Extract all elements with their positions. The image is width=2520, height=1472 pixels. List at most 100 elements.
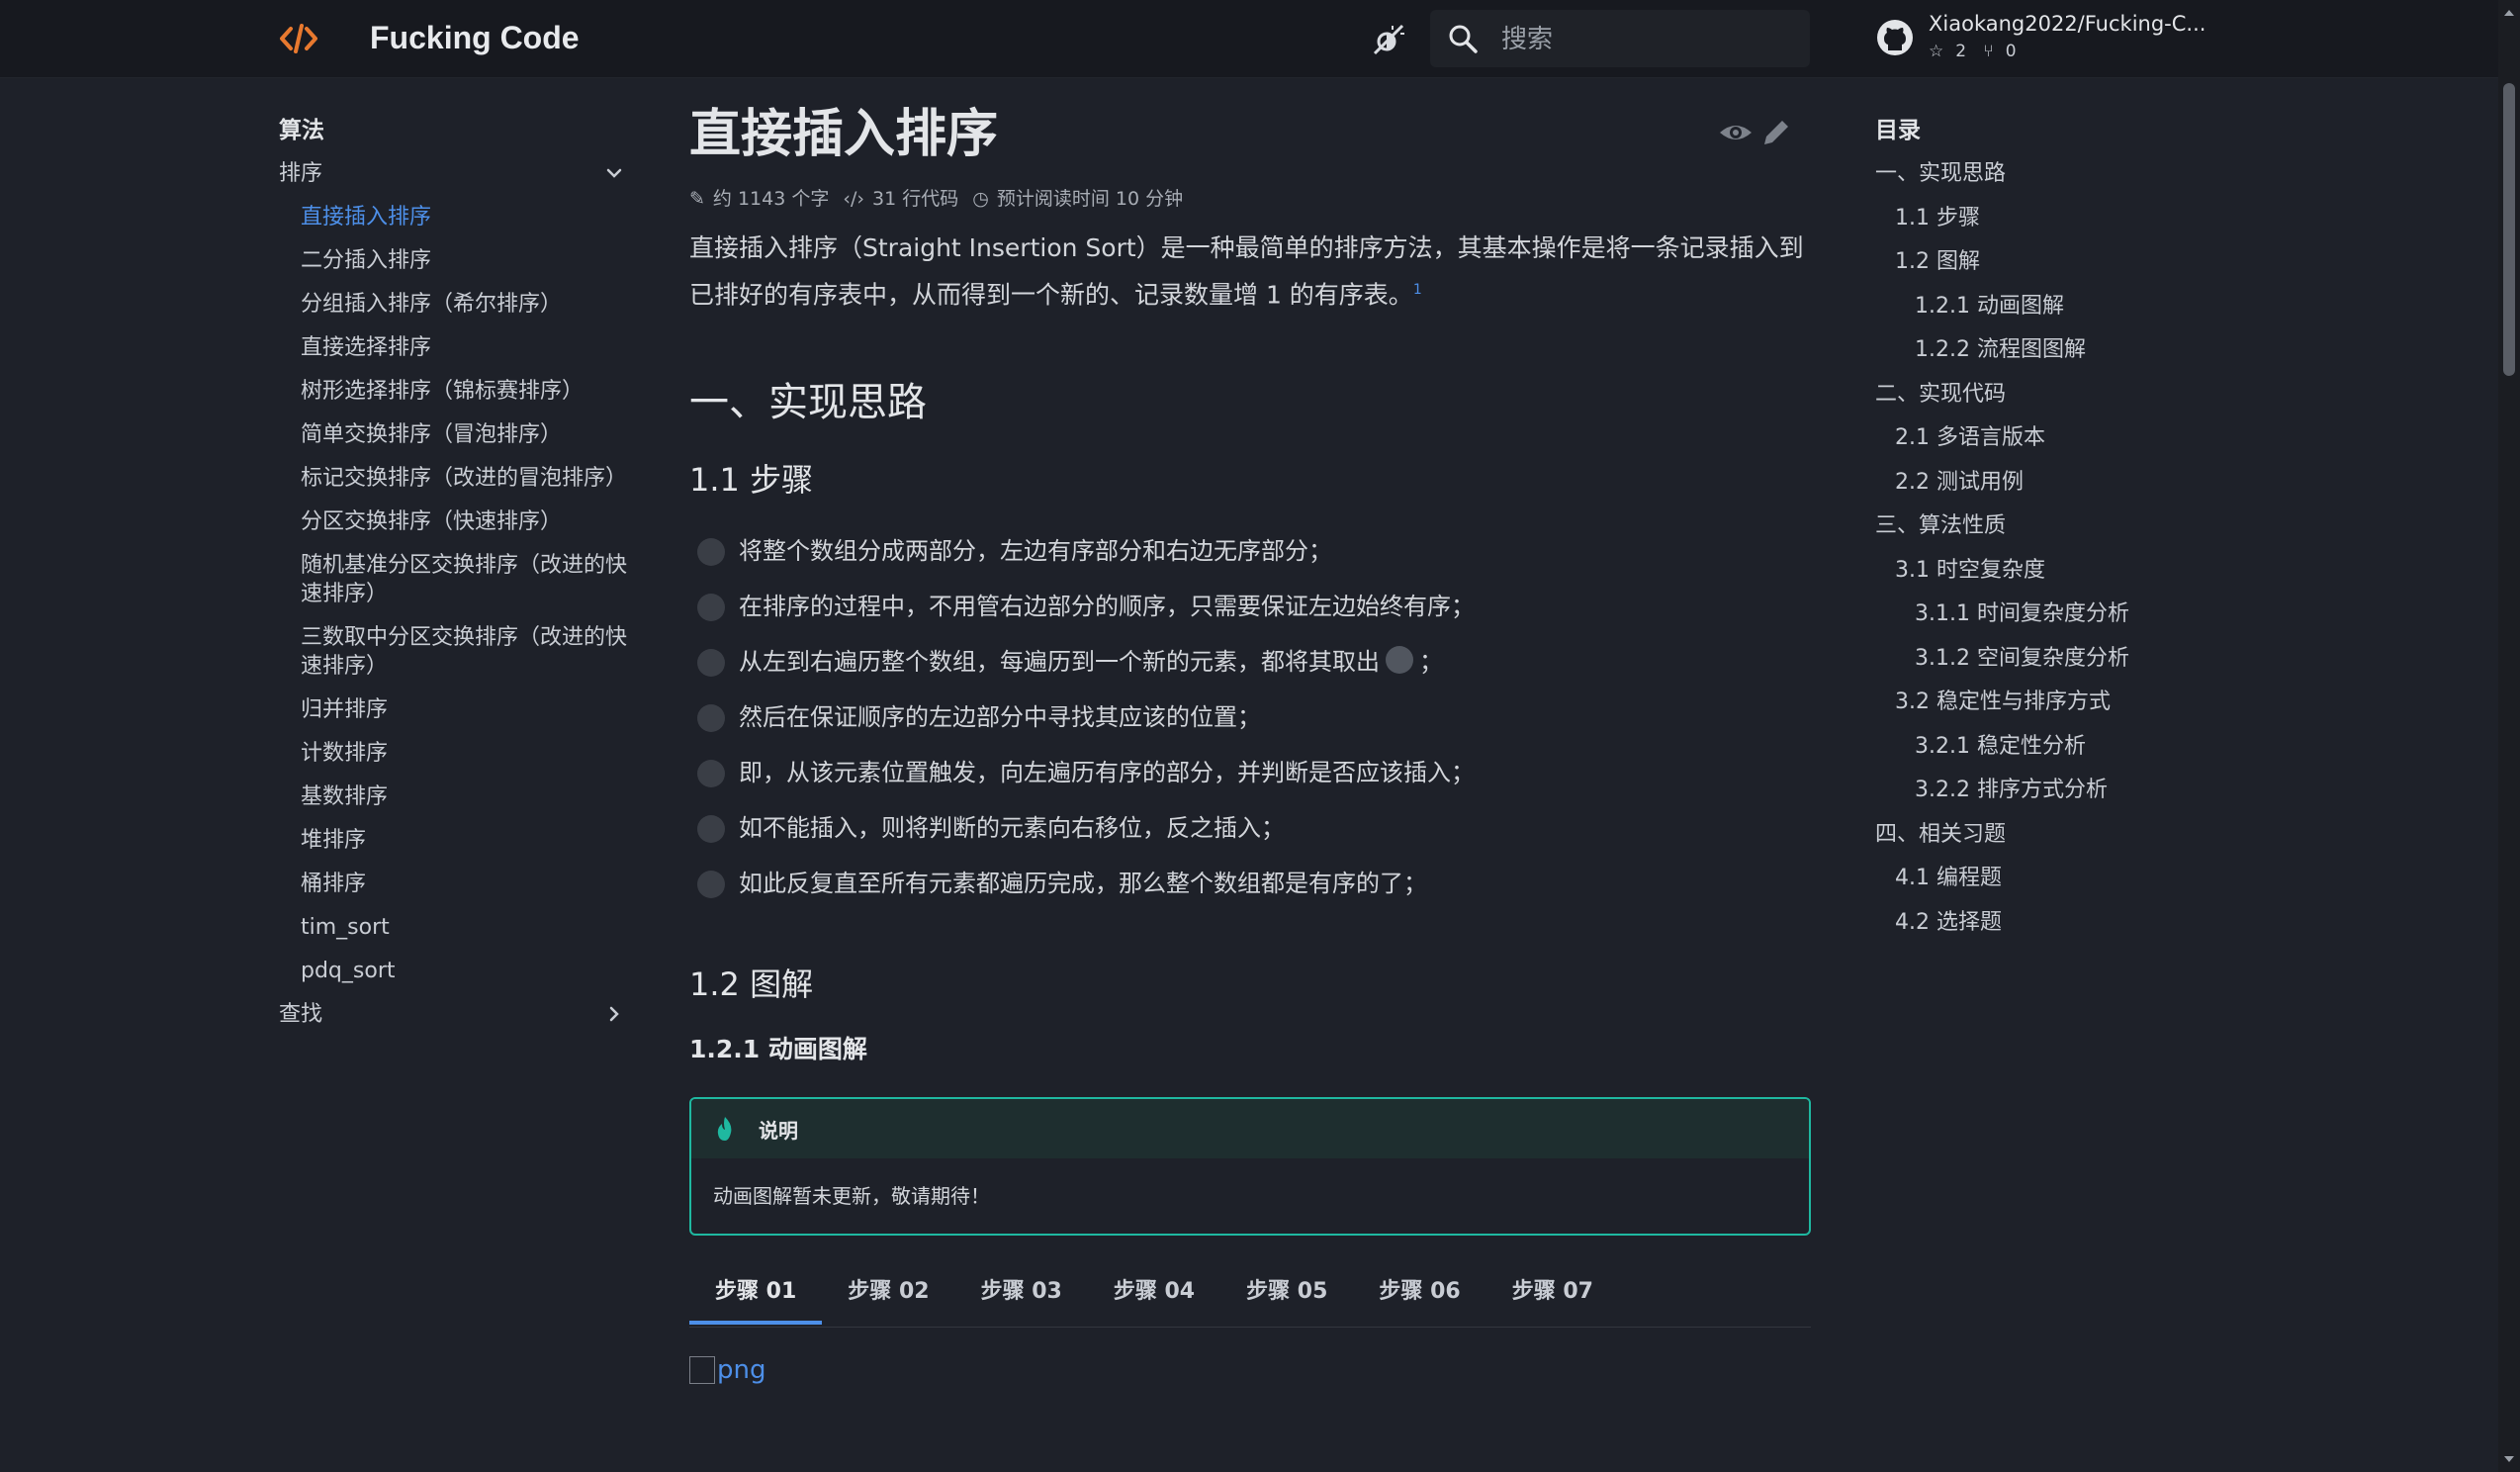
- sidebar-item[interactable]: 分组插入排序（希尔排序）: [279, 283, 627, 326]
- toc-item[interactable]: 4.2 选择题: [1875, 901, 2211, 946]
- tab-step-01[interactable]: 步骤 01: [689, 1259, 823, 1326]
- scroll-up-arrow-icon[interactable]: [2502, 6, 2516, 20]
- checkbox[interactable]: [697, 594, 725, 622]
- tab-step-07[interactable]: 步骤 07: [1486, 1259, 1619, 1325]
- info-callout: 说明 动画图解暂未更新，敬请期待！: [689, 1097, 1811, 1237]
- subsection-heading: 1.1 步骤: [689, 461, 814, 500]
- tab-step-06[interactable]: 步骤 06: [1353, 1259, 1485, 1325]
- sidebar-item[interactable]: tim_sort: [279, 906, 627, 950]
- toc-item[interactable]: 3.2 稳定性与排序方式: [1875, 681, 2211, 725]
- toc-item[interactable]: 3.1 时空复杂度: [1875, 549, 2211, 594]
- callout-title: 说明: [759, 1119, 798, 1144]
- step-text-suffix: ；: [1419, 648, 1443, 677]
- checkbox[interactable]: [697, 871, 725, 899]
- tab-step-05[interactable]: 步骤 05: [1220, 1259, 1353, 1325]
- toc-item[interactable]: 3.1.2 空间复杂度分析: [1875, 637, 2211, 682]
- fork-icon: ⑂: [1983, 42, 1994, 61]
- github-repo-link[interactable]: Xiaokang2022/Fucking-C... ☆ 2 ⑂ 0: [1875, 10, 2231, 67]
- table-of-contents: 目录 一、实现思路 1.1 步骤 1.2 图解 1.2.1 动画图解 1.2.2…: [1875, 109, 2211, 945]
- sidebar-group-search[interactable]: 查找: [279, 993, 635, 1037]
- chevron-down-icon[interactable]: [603, 162, 625, 184]
- read-time: 预计阅读时间 10 分钟: [996, 188, 1184, 210]
- sidebar-item[interactable]: 树形选择排序（锦标赛排序）: [279, 370, 627, 414]
- toc-item[interactable]: 3.2.1 稳定性分析: [1875, 725, 2211, 770]
- sidebar-item[interactable]: 分区交换排序（快速排序）: [279, 501, 627, 544]
- broken-image-icon: [689, 1356, 715, 1385]
- search-input[interactable]: [1499, 22, 1790, 57]
- list-item: 如此反复直至所有元素都遍历完成，那么整个数组都是有序的了；: [697, 856, 1811, 911]
- toc-item[interactable]: 1.2.1 动画图解: [1875, 285, 2211, 329]
- toc-item[interactable]: 四、相关习题: [1875, 813, 2211, 858]
- sidebar-item[interactable]: 直接插入排序: [279, 196, 627, 239]
- list-item: 将整个数组分成两部分，左边有序部分和右边无序部分；: [697, 523, 1811, 579]
- fire-icon: [717, 1117, 732, 1142]
- footnote-link[interactable]: 1: [1413, 282, 1422, 298]
- tab-step-03[interactable]: 步骤 03: [955, 1259, 1088, 1325]
- list-item: 从左到右遍历整个数组，每遍历到一个新的元素，都将其取出 ；: [697, 634, 1811, 690]
- sidebar-item[interactable]: 计数排序: [279, 732, 627, 776]
- list-item: 如不能插入，则将判断的元素向右移位，反之插入；: [697, 800, 1811, 856]
- toc-item[interactable]: 三、算法性质: [1875, 505, 2211, 549]
- step-text: 如此反复直至所有元素都遍历完成，那么整个数组都是有序的了；: [739, 870, 1427, 898]
- sidebar-group-sort[interactable]: 排序: [279, 152, 635, 196]
- steps-list: 将整个数组分成两部分，左边有序部分和右边无序部分； 在排序的过程中，不用管右边部…: [697, 523, 1811, 911]
- toc-item[interactable]: 1.2 图解: [1875, 240, 2211, 285]
- code-icon: ‹/›: [843, 188, 865, 210]
- intro-text: 直接插入排序（Straight Insertion Sort）是一种最简单的排序…: [689, 233, 1804, 310]
- step-text: 在排序的过程中，不用管右边部分的顺序，只需要保证左边始终有序；: [739, 593, 1475, 621]
- scrollbar-thumb[interactable]: [2503, 83, 2515, 376]
- toc-item[interactable]: 1.1 步骤: [1875, 197, 2211, 241]
- sidebar-group-label: 排序: [279, 161, 323, 186]
- scrollbar[interactable]: [2498, 0, 2520, 1472]
- github-icon: [1877, 20, 1913, 55]
- toc-item[interactable]: 1.2.2 流程图图解: [1875, 328, 2211, 373]
- toc-item[interactable]: 2.2 测试用例: [1875, 461, 2211, 506]
- sidebar-item[interactable]: 二分插入排序: [279, 239, 627, 283]
- search-box[interactable]: [1430, 10, 1810, 67]
- callout-header: 说明: [691, 1099, 1809, 1159]
- sidebar-item[interactable]: 标记交换排序（改进的冒泡排序）: [279, 457, 627, 501]
- toc-item[interactable]: 一、实现思路: [1875, 152, 2211, 197]
- title-tools: [1718, 115, 1794, 154]
- intro-paragraph: 直接插入排序（Straight Insertion Sort）是一种最简单的排序…: [689, 228, 1811, 316]
- sidebar-item[interactable]: 归并排序: [279, 689, 627, 732]
- top-navbar: Fucking Code Xiaokang2022/Fucking-C... ☆…: [0, 0, 2498, 78]
- subsection-heading: 1.2 图解: [689, 966, 814, 1004]
- theme-toggle-icon[interactable]: [1371, 22, 1406, 57]
- tab-step-04[interactable]: 步骤 04: [1088, 1259, 1220, 1325]
- repo-name: Xiaokang2022/Fucking-C...: [1929, 12, 2206, 36]
- chevron-right-icon[interactable]: [603, 1003, 625, 1025]
- checkbox[interactable]: [697, 704, 725, 733]
- broken-image[interactable]: png: [689, 1353, 1811, 1387]
- tab-step-02[interactable]: 步骤 02: [822, 1259, 954, 1325]
- toc-item[interactable]: 4.1 编程题: [1875, 857, 2211, 901]
- edit-icon[interactable]: [1758, 115, 1794, 150]
- toc-item[interactable]: 2.1 多语言版本: [1875, 416, 2211, 461]
- sidebar-item[interactable]: 简单交换排序（冒泡排序）: [279, 414, 627, 457]
- plus-icon[interactable]: [1386, 646, 1413, 675]
- page-title: 直接插入排序: [689, 105, 999, 164]
- star-icon: ☆: [1929, 42, 1944, 61]
- checkbox[interactable]: [697, 538, 725, 567]
- sidebar-item[interactable]: 直接选择排序: [279, 326, 627, 370]
- code-logo-icon[interactable]: [279, 22, 318, 55]
- sidebar-item[interactable]: 三数取中分区交换排序（改进的快速排序）: [279, 616, 627, 689]
- toc-item[interactable]: 3.1.1 时间复杂度分析: [1875, 593, 2211, 637]
- scroll-down-arrow-icon[interactable]: [2502, 1452, 2516, 1466]
- checkbox[interactable]: [697, 649, 725, 678]
- toc-item[interactable]: 二、实现代码: [1875, 373, 2211, 417]
- site-title[interactable]: Fucking Code: [370, 20, 580, 56]
- list-item: 然后在保证顺序的左边部分中寻找其应该的位置；: [697, 690, 1811, 745]
- sidebar-item[interactable]: 随机基准分区交换排序（改进的快速排序）: [279, 544, 627, 616]
- checkbox[interactable]: [697, 760, 725, 788]
- eye-icon[interactable]: [1718, 115, 1754, 150]
- toc-item[interactable]: 3.2.2 排序方式分析: [1875, 769, 2211, 813]
- sidebar-item[interactable]: pdq_sort: [279, 950, 627, 993]
- sidebar-item[interactable]: 桶排序: [279, 863, 627, 906]
- code-lines: 31 行代码: [872, 188, 959, 210]
- sidebar-item[interactable]: 堆排序: [279, 819, 627, 863]
- sub-subsection-heading: 1.2.1 动画图解: [689, 1035, 867, 1064]
- sidebar-item[interactable]: 基数排序: [279, 776, 627, 819]
- step-text: 将整个数组分成两部分，左边有序部分和右边无序部分；: [739, 537, 1332, 566]
- checkbox[interactable]: [697, 815, 725, 844]
